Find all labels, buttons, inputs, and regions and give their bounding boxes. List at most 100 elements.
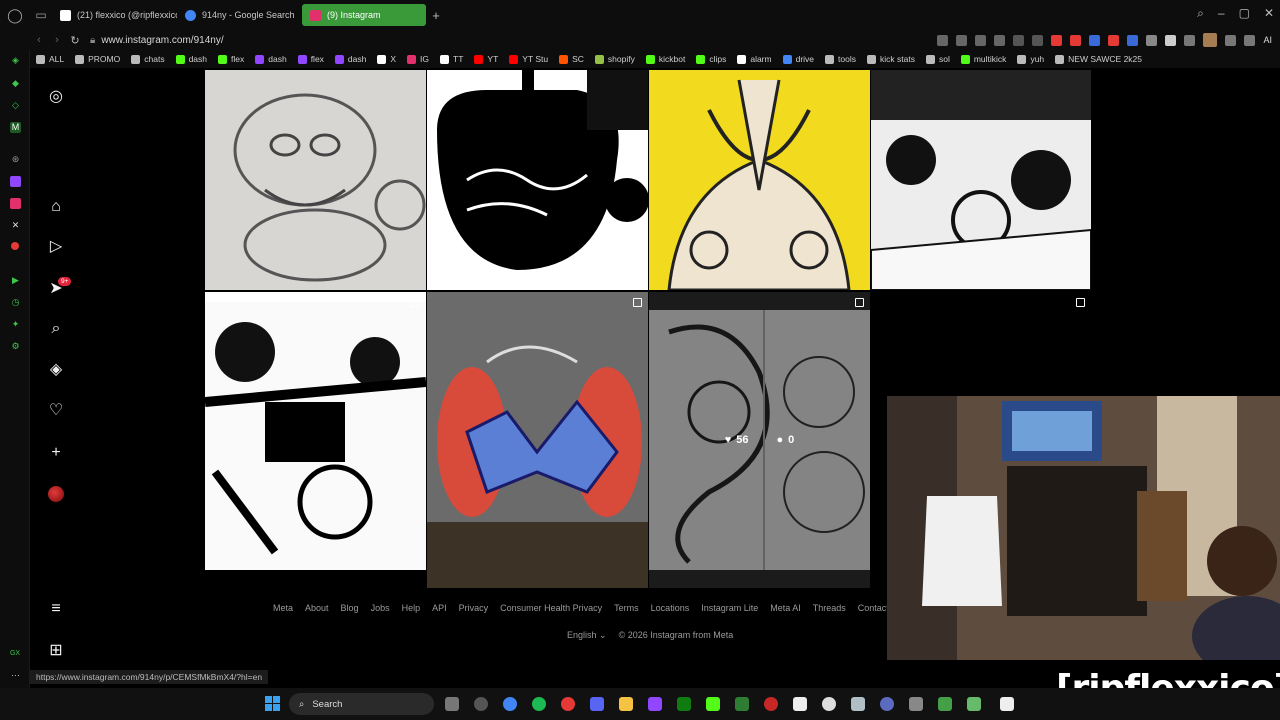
post-tile[interactable] [649,70,870,290]
extension-blue2-icon[interactable] [1127,34,1139,46]
snapshot-icon[interactable] [975,34,987,46]
footer-link[interactable]: Help [402,603,421,613]
post-tile-hovered[interactable]: ♥ 56 ● 0 [649,292,870,588]
bookmark-dash[interactable]: dash [255,54,287,64]
bookmark-tt[interactable]: TT [440,54,463,64]
extension-icon[interactable] [1146,34,1158,46]
bookmark-tools[interactable]: tools [825,54,856,64]
history-icon[interactable]: ◷ [10,297,21,308]
instagram-sidebar-icon[interactable] [10,198,21,209]
opera-gx-icon[interactable] [561,697,575,711]
app-green2-icon[interactable] [938,697,952,711]
footer-link[interactable]: Jobs [371,603,390,613]
bookmark-yuh[interactable]: yuh [1017,54,1044,64]
workspace-icon[interactable]: ◆ [10,78,21,89]
ai-button[interactable]: AI [1263,35,1272,46]
bookmark-drive[interactable]: drive [782,54,814,64]
footer-link[interactable]: Instagram Lite [701,603,758,613]
app-icon[interactable] [474,697,488,711]
record-icon[interactable] [11,242,19,250]
app-gray-icon[interactable] [851,697,865,711]
footer-link[interactable]: API [432,603,447,613]
tab-flexxico[interactable]: (21) flexxico (@ripflexxico [52,4,177,26]
app-grid-icon[interactable] [909,697,923,711]
footer-link[interactable]: Blog [341,603,359,613]
pinboard-icon[interactable]: ◇ [10,100,21,111]
back-icon[interactable]: ‹ [30,34,48,46]
post-tile[interactable] [427,70,648,290]
task-view-icon[interactable] [445,697,459,711]
footer-link[interactable]: Threads [813,603,846,613]
tab-google-search[interactable]: 914ny - Google Search [177,4,302,26]
messenger-icon[interactable]: M [10,122,21,133]
app-white-icon[interactable] [793,697,807,711]
bookmark-ig[interactable]: IG [407,54,429,64]
profile-icon[interactable] [1203,33,1218,47]
aria-icon[interactable]: ◈ [10,55,21,66]
discord-icon[interactable] [590,697,604,711]
create-icon[interactable]: + [47,444,65,462]
app-green-icon[interactable] [735,697,749,711]
bookmark-yt-stu[interactable]: YT Stu [509,54,548,64]
settings-icon[interactable]: ⚙ [10,341,21,352]
kick-icon[interactable] [706,697,720,711]
bookmark-promo[interactable]: PROMO [75,54,120,64]
url-field[interactable]: www.instagram.com/914ny/ [101,35,223,46]
footer-link[interactable]: Meta AI [770,603,801,613]
home-icon[interactable]: ⌂ [47,198,65,216]
footer-link[interactable]: About [305,603,329,613]
extensions-sidebar-icon[interactable]: ✦ [10,319,21,330]
file-explorer-icon[interactable] [619,697,633,711]
bookmark-flex[interactable]: flex [218,54,244,64]
bookmark-page-icon[interactable] [956,34,968,46]
explore-icon[interactable]: ◈ [47,361,65,379]
player-sidebar-icon[interactable]: ▶ [10,275,21,286]
bookmark-kickbot[interactable]: kickbot [645,54,685,64]
notifications-icon[interactable]: ♡ [47,402,65,420]
player-icon[interactable] [1013,34,1025,46]
bookmark-sc[interactable]: SC [559,54,584,64]
extension-x-icon[interactable] [1165,34,1177,46]
bookmark-clips[interactable]: clips [696,54,726,64]
bookmark-chats[interactable]: chats [131,54,165,64]
minimize-button[interactable]: – [1218,6,1225,21]
footer-link[interactable]: Locations [651,603,690,613]
app-white2-icon[interactable] [1000,697,1014,711]
post-tile[interactable] [205,70,426,290]
extensions-icon[interactable] [1184,34,1196,46]
twitch-icon[interactable] [10,176,21,187]
gx-icon[interactable]: GX [8,648,22,659]
extension-red2-icon[interactable] [1070,34,1082,46]
tab-overview-icon[interactable]: ▭ [30,8,52,22]
instagram-logo-icon[interactable]: ◎ [47,88,65,106]
extension-youtube-icon[interactable] [1108,34,1120,46]
windows-start-icon[interactable] [265,696,280,711]
post-tile[interactable] [205,292,426,588]
extension-red-icon[interactable] [1051,34,1063,46]
tab-instagram[interactable]: (9) Instagram [302,4,426,26]
chatgpt-app-icon[interactable] [822,697,836,711]
close-button[interactable]: ✕ [1264,6,1274,21]
chrome-icon[interactable] [503,697,517,711]
bookmark-sol[interactable]: sol [925,54,950,64]
footer-link[interactable]: Terms [614,603,639,613]
bookmark-dash[interactable]: dash [175,54,207,64]
language-select[interactable]: English ⌄ [567,630,607,641]
reels-icon[interactable]: ▷ [47,238,65,256]
bookmark-flex[interactable]: flex [297,54,324,64]
sidebar-more-icon[interactable]: ⋯ [10,670,21,681]
xbox-icon[interactable] [677,697,691,711]
bookmark-dash[interactable]: dash [334,54,366,64]
x-sidebar-icon[interactable]: ✕ [10,220,21,231]
lock-icon[interactable]: 🔒︎ [90,35,95,46]
zoom-icon[interactable] [937,34,949,46]
app-green3-icon[interactable] [967,697,981,711]
bookmark-all[interactable]: ALL [36,54,64,64]
forward-icon[interactable]: › [48,34,66,46]
extension-blue-icon[interactable] [1089,34,1101,46]
bookmark-shopify[interactable]: shopify [594,54,635,64]
more-menu-icon[interactable]: ≡ [47,600,65,618]
bookmark-kick-stats[interactable]: kick stats [867,54,915,64]
taskbar-search[interactable]: ⌕ Search [289,693,434,715]
reload-icon[interactable]: ↻ [66,34,84,47]
